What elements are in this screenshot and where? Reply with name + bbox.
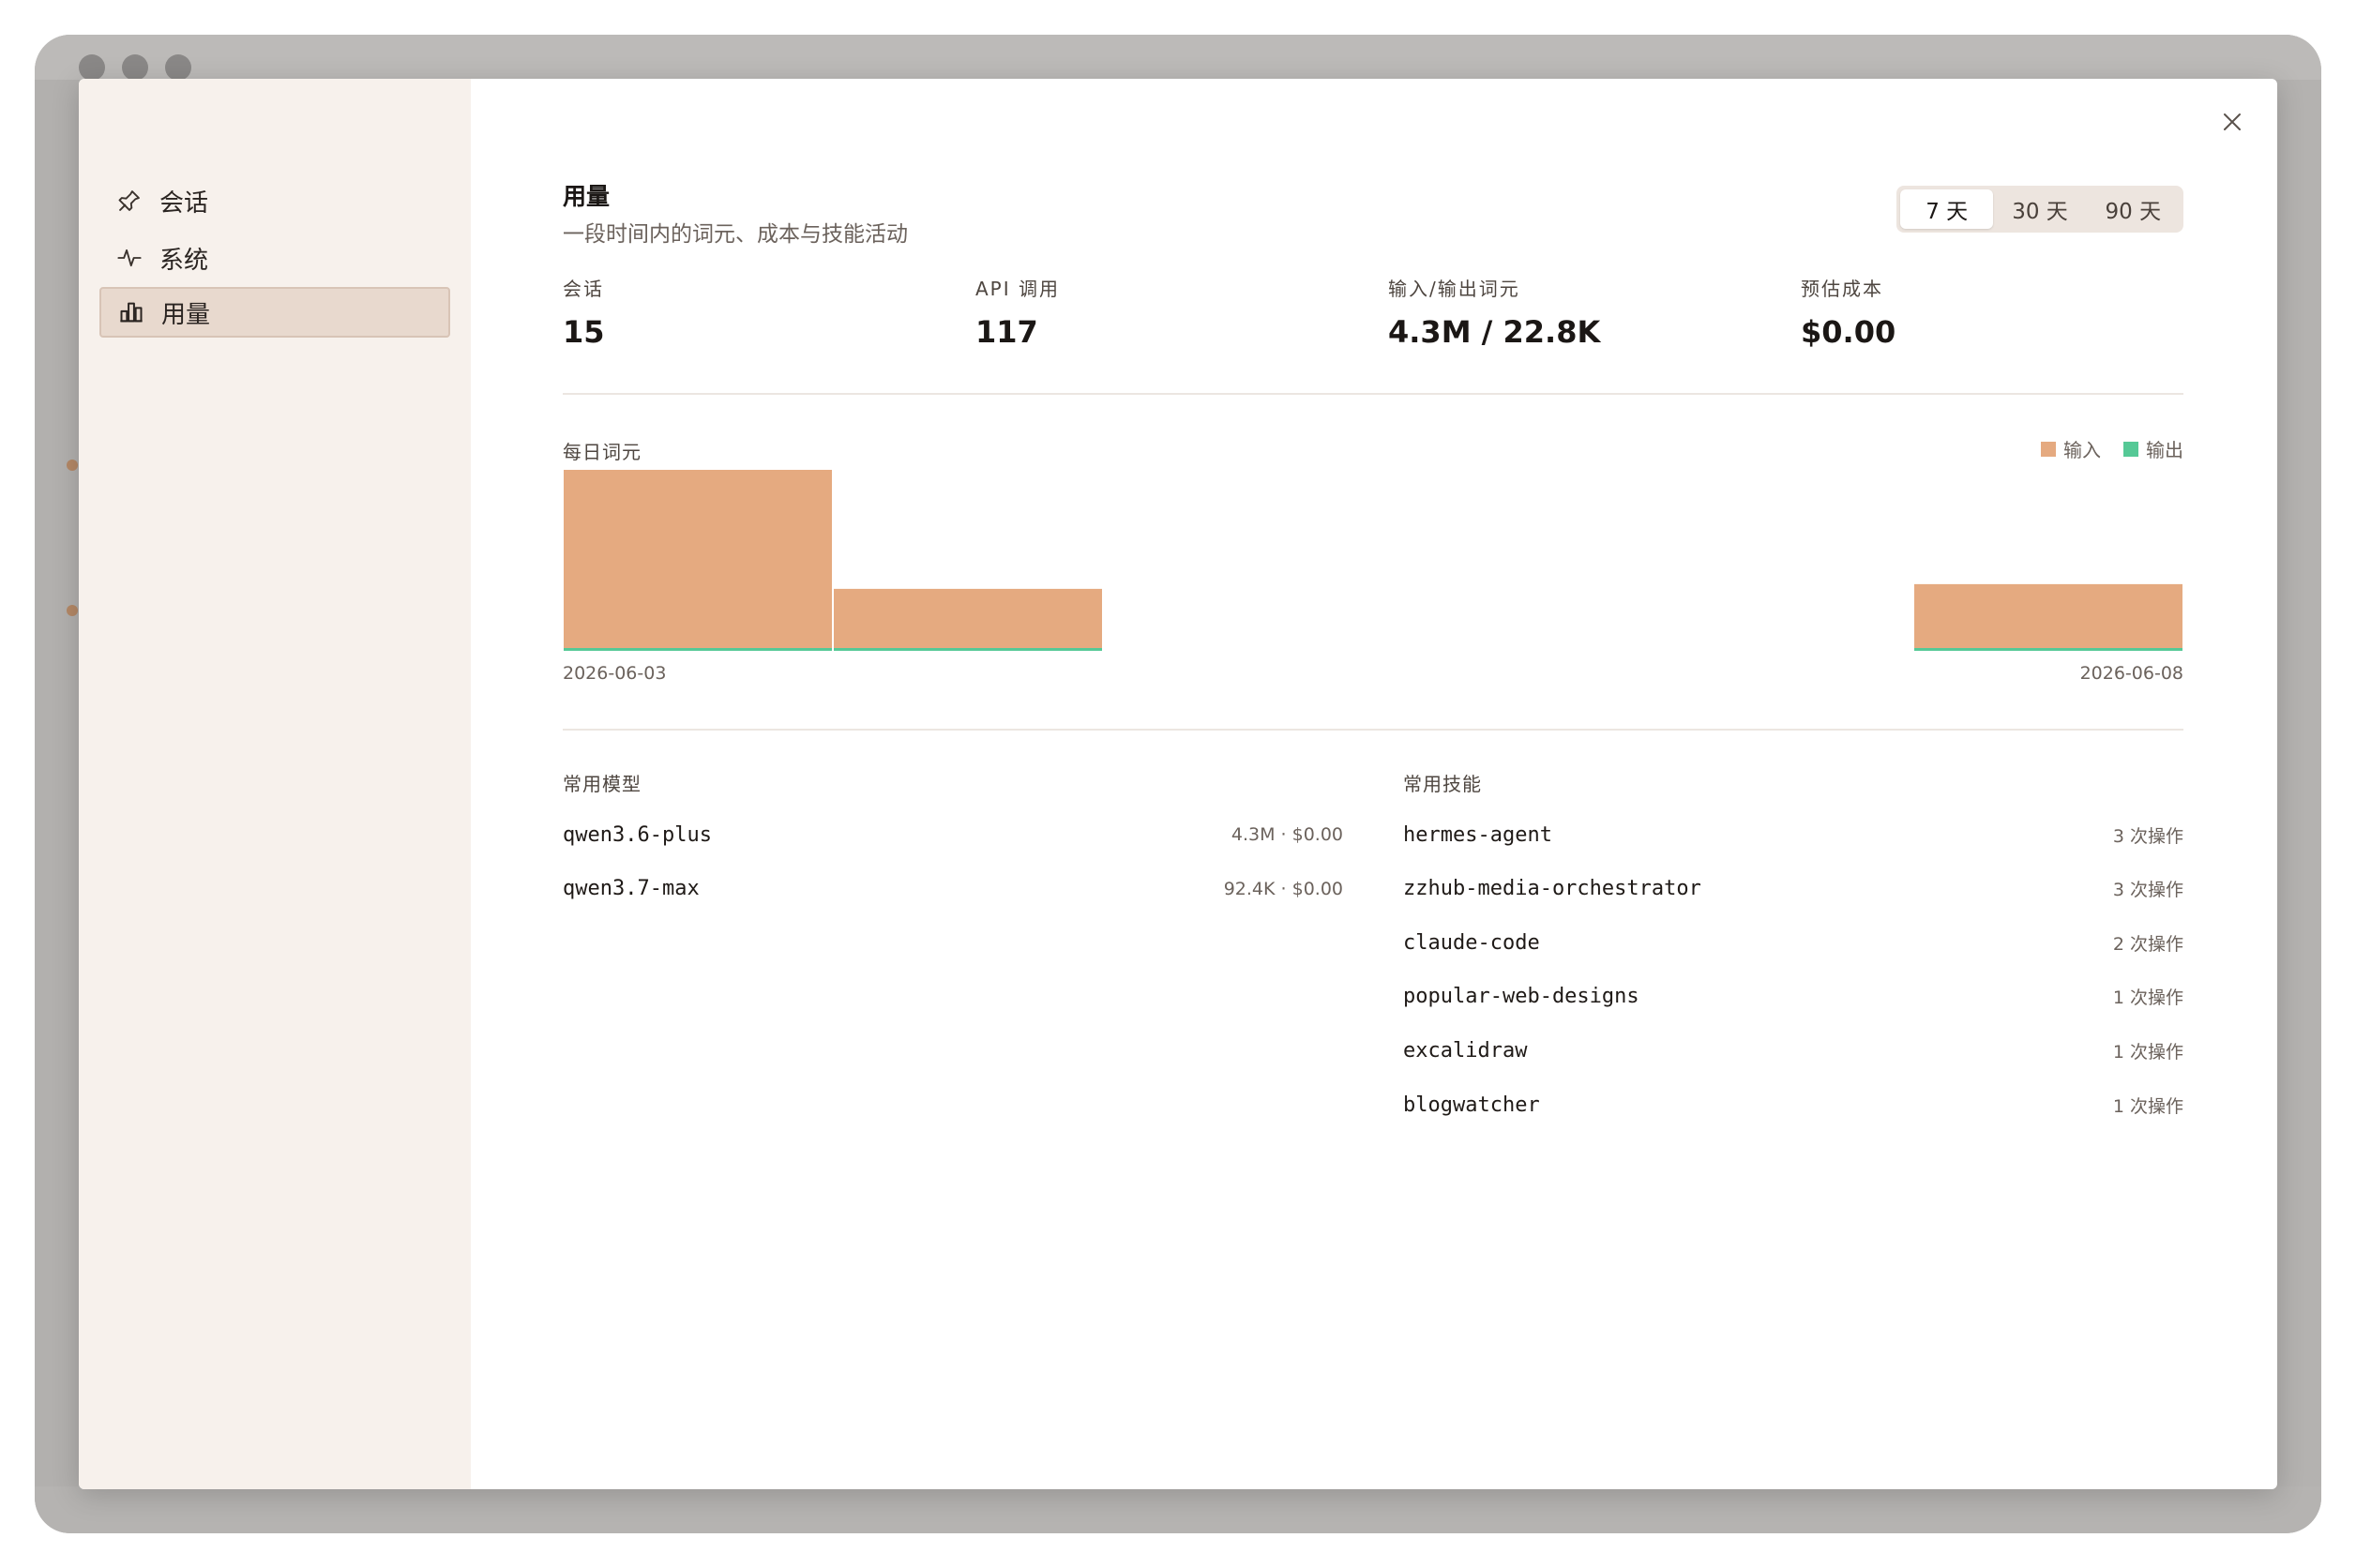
usage-settings-dialog: 会话 系统 用量 用量 一段时间内的词元、成本与技能活动 7 天 30 天 90… (79, 79, 2277, 1489)
background-sidebar (35, 80, 80, 1486)
model-row: qwen3.6-plus 4.3M · $0.00 (563, 816, 1343, 853)
skill-ops-count: 1 次操作 (2112, 1041, 2183, 1063)
close-icon (2224, 113, 2241, 130)
sidebar-item-label: 系统 (159, 246, 209, 275)
settings-sidebar: 会话 系统 用量 (79, 79, 471, 1489)
legend-swatch (2041, 441, 2056, 457)
bar-chart-icon (118, 299, 144, 325)
skill-row: blogwatcher 1 次操作 (1403, 1086, 2183, 1123)
stat-label: 预估成本 (1801, 278, 1883, 300)
stat-value: 117 (975, 314, 1038, 350)
stat-tokens: 输入/输出词元 4.3M / 22.8K (1388, 274, 1793, 350)
window-titlebar (35, 35, 2321, 81)
daily-tokens-chart: 2026-06-03 2026-06-08 (563, 470, 2183, 684)
stat-estimated-cost: 预估成本 $0.00 (1801, 274, 2206, 350)
usage-panel: 用量 一段时间内的词元、成本与技能活动 7 天 30 天 90 天 会话 15 … (563, 79, 2183, 1489)
skill-ops-count: 1 次操作 (2112, 988, 2183, 1009)
legend-item-input: 输入 (2041, 435, 2101, 462)
legend-label: 输出 (2146, 439, 2183, 461)
background-marker (67, 460, 78, 471)
bar-input-2026-06-04 (834, 588, 1102, 648)
skill-name: claude-code (1403, 930, 1540, 955)
skill-name: hermes-agent (1403, 822, 1552, 847)
sidebar-item-usage[interactable]: 用量 (99, 287, 450, 338)
window-minimize-dot[interactable] (122, 54, 148, 81)
range-90-days-button[interactable]: 90 天 (2087, 189, 2180, 229)
model-name: qwen3.6-plus (563, 822, 712, 847)
pin-icon (116, 188, 143, 214)
chart-title: 每日词元 (563, 441, 642, 463)
legend-swatch (2123, 441, 2138, 457)
sidebar-item-system[interactable]: 系统 (99, 233, 450, 283)
skill-row: hermes-agent 3 次操作 (1403, 816, 2183, 853)
background-panel (2276, 80, 2321, 1486)
bar-output-2026-06-04 (834, 648, 1102, 651)
divider (563, 393, 2183, 395)
stat-label: 会话 (563, 278, 604, 300)
skill-row: claude-code 2 次操作 (1403, 924, 2183, 961)
skill-ops-count: 1 次操作 (2112, 1095, 2183, 1117)
skill-name: zzhub-media-orchestrator (1403, 877, 1701, 901)
skill-name: popular-web-designs (1403, 985, 1639, 1009)
bar-output-2026-06-03 (564, 648, 832, 651)
x-tick-first: 2026-06-03 (563, 663, 666, 684)
stat-value: $0.00 (1801, 314, 1896, 350)
stat-sessions: 会话 15 (563, 274, 968, 350)
page-title: 用量 (563, 183, 611, 210)
sidebar-item-sessions[interactable]: 会话 (99, 175, 450, 226)
legend-label: 输入 (2063, 439, 2101, 461)
window-close-dot[interactable] (79, 54, 105, 81)
legend-item-output: 输出 (2123, 435, 2183, 462)
model-row: qwen3.7-max 92.4K · $0.00 (563, 870, 1343, 908)
divider (563, 729, 2183, 731)
skill-name: blogwatcher (1403, 1093, 1540, 1117)
range-30-days-button[interactable]: 30 天 (1993, 189, 2086, 229)
stat-value: 15 (563, 314, 605, 350)
model-usage: 92.4K · $0.00 (1223, 878, 1343, 899)
skill-name: excalidraw (1403, 1038, 1528, 1063)
sidebar-item-label: 用量 (161, 300, 211, 329)
stat-label: 输入/输出词元 (1388, 278, 1520, 300)
skill-row: zzhub-media-orchestrator 3 次操作 (1403, 870, 2183, 908)
stat-value: 4.3M / 22.8K (1388, 314, 1601, 350)
skill-row: popular-web-designs 1 次操作 (1403, 978, 2183, 1016)
bar-output-2026-06-08 (1914, 648, 2182, 651)
model-name: qwen3.7-max (563, 877, 700, 901)
window-zoom-dot[interactable] (165, 54, 191, 81)
range-7-days-button[interactable]: 7 天 (1900, 189, 1994, 229)
skill-ops-count: 2 次操作 (2112, 933, 2183, 955)
time-range-selector: 7 天 30 天 90 天 (1896, 186, 2183, 233)
close-button[interactable] (2213, 103, 2251, 141)
background-statusbar (35, 1490, 2321, 1533)
skills-section-title: 常用技能 (1403, 773, 1482, 795)
sidebar-item-label: 会话 (159, 188, 209, 218)
x-tick-last: 2026-06-08 (2080, 663, 2183, 684)
skill-row: excalidraw 1 次操作 (1403, 1032, 2183, 1069)
bar-input-2026-06-03 (564, 470, 832, 648)
bar-input-2026-06-08 (1914, 583, 2182, 648)
models-section-title: 常用模型 (563, 773, 642, 795)
model-usage: 4.3M · $0.00 (1231, 824, 1343, 845)
pulse-icon (116, 245, 143, 271)
chart-legend: 输入 输出 (2018, 435, 2183, 462)
stat-api-calls: API 调用 117 (975, 274, 1381, 350)
page-subtitle: 一段时间内的词元、成本与技能活动 (563, 222, 908, 247)
background-marker (67, 605, 78, 616)
stat-label: API 调用 (975, 278, 1060, 300)
skill-ops-count: 3 次操作 (2112, 825, 2183, 847)
skill-ops-count: 3 次操作 (2112, 880, 2183, 901)
